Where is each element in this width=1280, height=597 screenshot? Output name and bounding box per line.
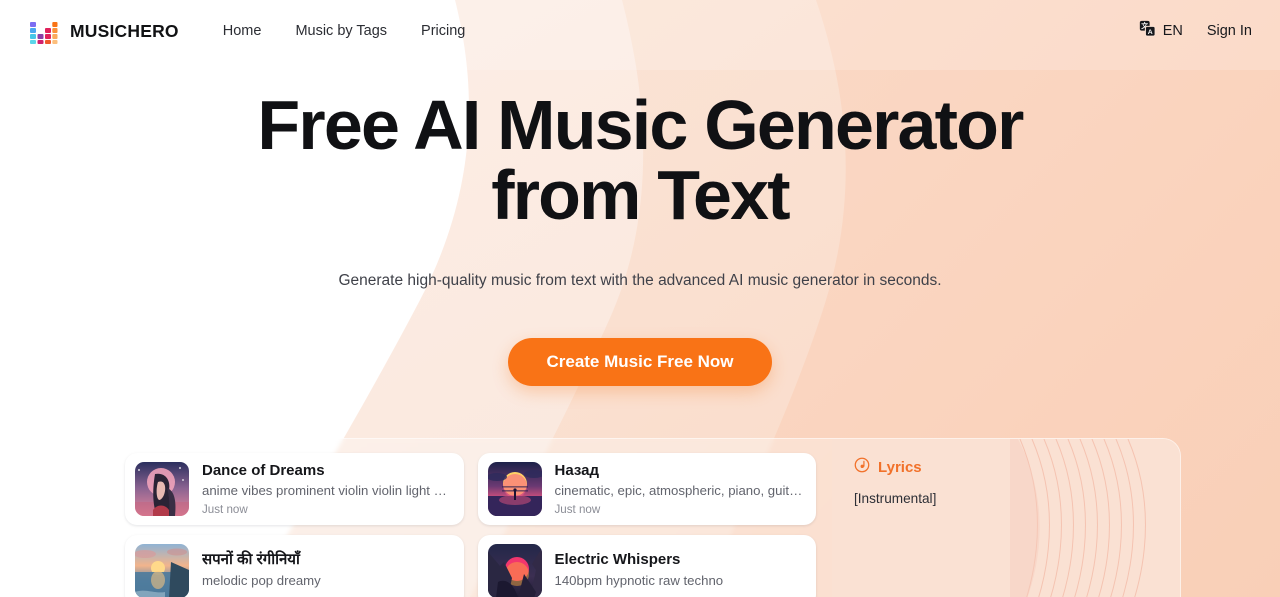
track-card[interactable]: सपनों की रंगीनियाँ melodic pop dreamy <box>125 535 464 597</box>
equalizer-logo-icon <box>28 16 58 46</box>
track-meta: Electric Whispers 140bpm hypnotic raw te… <box>555 550 805 591</box>
hero-title-line-1: Free AI Music Generator <box>257 86 1024 164</box>
header-actions: 文 A EN Sign In <box>1139 20 1252 42</box>
nav-item-pricing[interactable]: Pricing <box>421 23 465 39</box>
track-tags: melodic pop dreamy <box>202 572 321 588</box>
hero-title-line-2: from Text <box>491 156 790 234</box>
sign-in-button[interactable]: Sign In <box>1207 23 1252 39</box>
track-thumbnail-pink-moon-canyon-icon <box>487 544 542 597</box>
lyrics-header: Lyrics <box>854 457 1158 478</box>
lyrics-content: [Instrumental] <box>854 491 937 506</box>
track-list: Dance of Dreams anime vibes prominent vi… <box>109 439 832 597</box>
track-meta: सपनों की रंगीनियाँ melodic pop dreamy <box>202 550 452 591</box>
track-title: Назад <box>554 461 599 479</box>
language-code: EN <box>1162 23 1183 39</box>
main-navigation: Home Music by Tags Pricing <box>223 23 466 39</box>
track-timestamp: Just now <box>202 503 248 516</box>
lyrics-title: Lyrics <box>878 459 922 476</box>
disc-music-note-icon <box>854 457 870 478</box>
track-meta: Назад cinematic, epic, atmospheric, pian… <box>555 461 805 517</box>
track-card[interactable]: Electric Whispers 140bpm hypnotic raw te… <box>477 535 816 597</box>
lyrics-panel: Lyrics [Instrumental] <box>832 439 1180 597</box>
svg-text:A: A <box>1147 29 1152 36</box>
brand-logo[interactable]: MUSICHERO <box>28 16 179 46</box>
track-thumbnail-synthwave-sunset-icon <box>487 462 542 516</box>
track-card[interactable]: Dance of Dreams anime vibes prominent vi… <box>125 453 464 525</box>
nav-item-music-by-tags[interactable]: Music by Tags <box>295 23 387 39</box>
track-thumbnail-ocean-sunset-icon <box>135 544 189 597</box>
nav-item-home[interactable]: Home <box>223 23 262 39</box>
track-title: Dance of Dreams <box>202 461 325 479</box>
track-meta: Dance of Dreams anime vibes prominent vi… <box>202 461 452 517</box>
brand-name: MUSICHERO <box>70 20 179 41</box>
showcase-panel: Dance of Dreams anime vibes prominent vi… <box>108 438 1181 597</box>
hero-cta-wrapper: Create Music Free Now <box>0 338 1280 386</box>
translate-icon: 文 A <box>1139 20 1156 42</box>
track-thumbnail-anime-girl-icon <box>135 462 189 516</box>
track-timestamp: Just now <box>554 503 601 516</box>
track-card[interactable]: Назад cinematic, epic, atmospheric, pian… <box>477 453 816 525</box>
page-title: Free AI Music Generator from Text <box>220 90 1060 230</box>
site-header: MUSICHERO Home Music by Tags Pricing 文 A… <box>0 0 1280 62</box>
hero-subtitle: Generate high-quality music from text wi… <box>338 272 942 289</box>
hero-section: Free AI Music Generator from Text Genera… <box>0 62 1280 386</box>
track-tags: anime vibes prominent violin violin ligh… <box>202 483 452 499</box>
track-title: सपनों की रंगीनियाँ <box>202 551 300 569</box>
page-root: MUSICHERO Home Music by Tags Pricing 文 A… <box>0 0 1280 597</box>
track-tags: 140bpm hypnotic raw techno <box>554 572 724 588</box>
create-music-button[interactable]: Create Music Free Now <box>508 338 772 386</box>
language-switcher[interactable]: 文 A EN <box>1139 20 1183 42</box>
track-tags: cinematic, epic, atmospheric, piano, gui… <box>554 483 805 499</box>
track-title: Electric Whispers <box>554 551 681 569</box>
